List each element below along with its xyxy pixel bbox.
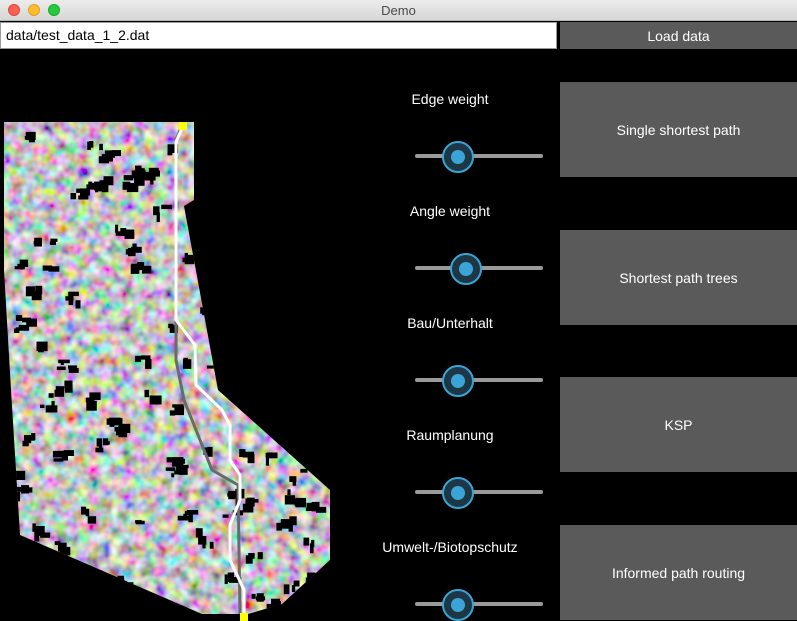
- slider-knob[interactable]: [442, 365, 475, 397]
- slider-knob[interactable]: [442, 141, 475, 173]
- window-title: Demo: [381, 3, 416, 18]
- slider-track: [415, 490, 543, 494]
- edge-weight-slider[interactable]: [415, 140, 543, 173]
- slider-knob[interactable]: [442, 477, 475, 509]
- raumplanung-slider[interactable]: [415, 476, 543, 509]
- file-path-input[interactable]: data/test_data_1_2.dat: [0, 22, 557, 49]
- cost-surface-map[interactable]: [0, 118, 340, 621]
- umwelt-biotopschutz-slider[interactable]: [415, 588, 543, 621]
- slider-track: [415, 602, 543, 606]
- load-data-button[interactable]: Load data: [560, 22, 797, 49]
- start-point: [179, 122, 187, 130]
- bau-unterhalt-label: Bau/Unterhalt: [407, 315, 493, 331]
- angle-weight-slider[interactable]: [415, 252, 543, 285]
- raumplanung-label: Raumplanung: [406, 427, 494, 443]
- slider-track: [415, 378, 543, 382]
- ksp-button[interactable]: KSP: [560, 377, 797, 472]
- shortest-path-trees-button[interactable]: Shortest path trees: [560, 230, 797, 325]
- slider-knob[interactable]: [442, 589, 475, 621]
- slider-knob[interactable]: [449, 253, 482, 285]
- edge-weight-label: Edge weight: [411, 91, 489, 107]
- slider-track: [415, 154, 543, 158]
- bau-unterhalt-slider[interactable]: [415, 364, 543, 397]
- window-titlebar: Demo: [0, 0, 797, 21]
- informed-path-routing-button[interactable]: Informed path routing: [560, 525, 797, 620]
- single-shortest-path-button[interactable]: Single shortest path: [560, 82, 797, 177]
- end-point: [240, 613, 248, 621]
- angle-weight-label: Angle weight: [409, 203, 491, 219]
- umwelt-biotopschutz-label: Umwelt-/Biotopschutz: [382, 539, 518, 555]
